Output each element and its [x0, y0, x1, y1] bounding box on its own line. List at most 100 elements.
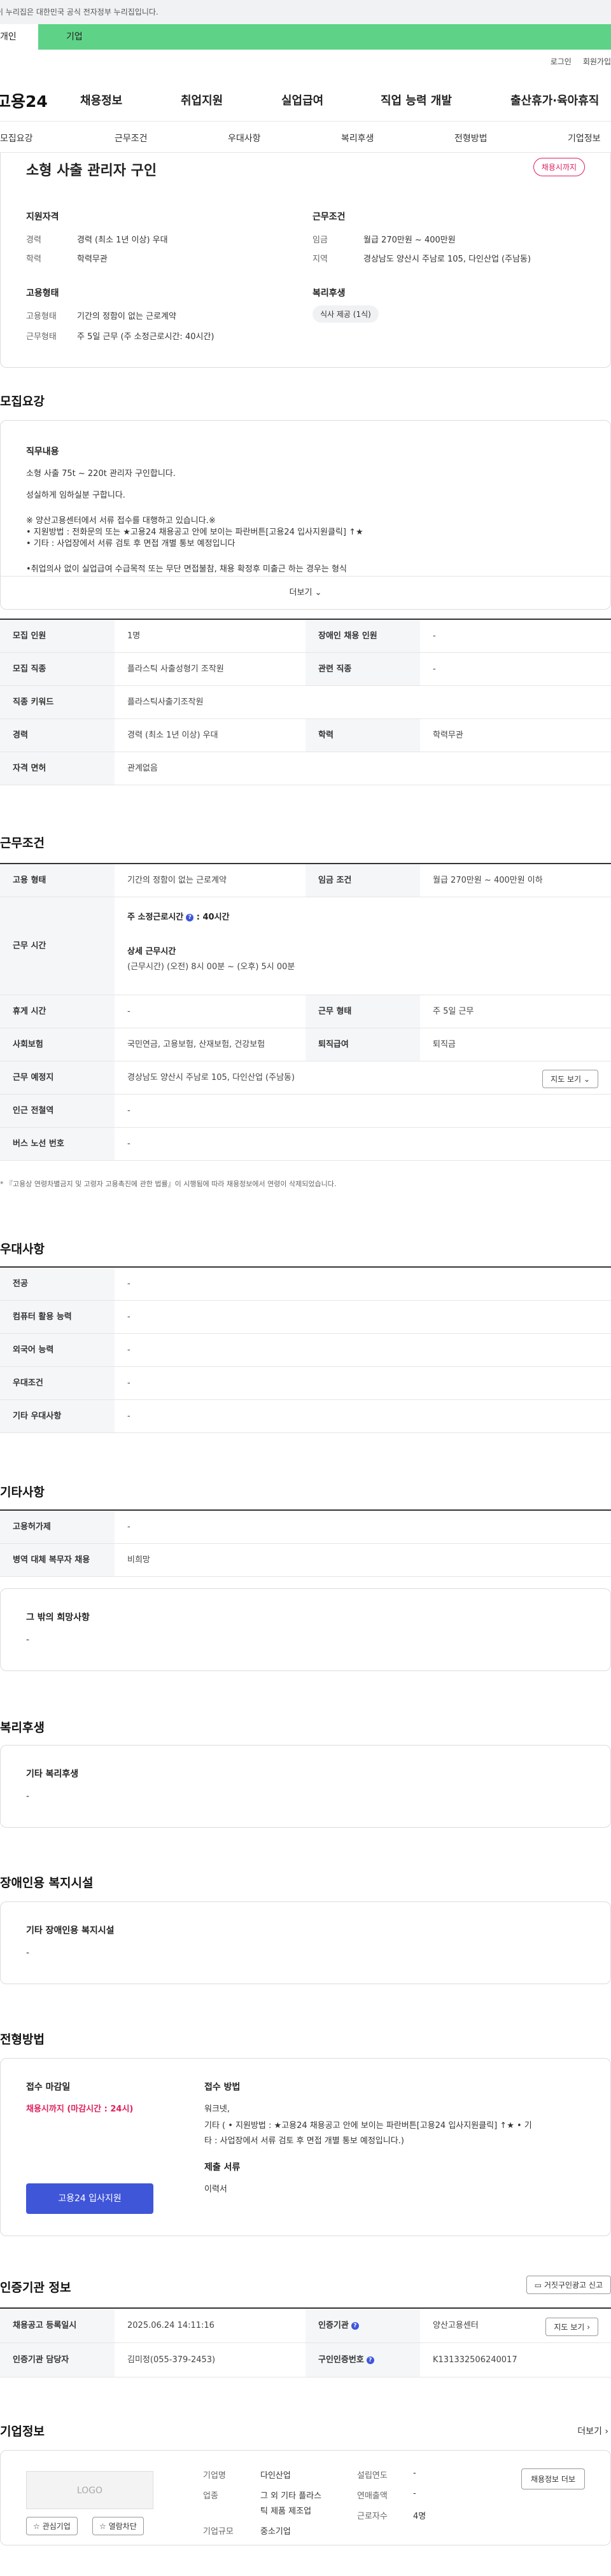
table-cell: - [127, 1106, 130, 1116]
chevron-right-icon: › [605, 2426, 608, 2437]
table-row: 모집 직종 플라스틱 사출성형기 조작원 관련 직종 - [0, 653, 611, 686]
subnav-selection[interactable]: 전형방법 [454, 132, 488, 144]
table-cell: - [127, 1378, 130, 1388]
work-type-value: 주 5일 근무 (주 소정근로시간: 40시간) [77, 332, 214, 342]
table-header: 모집 인원 [0, 620, 115, 652]
tab-personal[interactable]: 개인 [0, 24, 25, 50]
table-cell: - [127, 1007, 130, 1016]
qual-heading: 지원자격 [26, 212, 59, 222]
signup-link[interactable]: 회원가입 [583, 57, 611, 66]
table-cell: 주 5일 근무 [433, 1007, 474, 1016]
disabled-facility-card: 기타 장애인용 복지시설 - [0, 1901, 611, 1984]
edu-label: 학력 [26, 255, 41, 264]
info-icon[interactable]: ? [186, 914, 194, 921]
section-title-etc: 기타사항 [0, 1485, 45, 1499]
table-row: 모집 인원 1명 장애인 채용 인원 - [0, 620, 611, 653]
gnb-jobs[interactable]: 채용정보 [80, 92, 122, 108]
site-logo[interactable]: 고용24 [0, 89, 48, 112]
table-header: 근무 시간 [0, 897, 115, 995]
welfare-heading: 복리후생 [313, 288, 346, 298]
job-description-card: 직무내용 소형 사출 75t ~ 220t 관리자 구인합니다. 성실하게 임하… [0, 420, 611, 610]
emp-heading: 고용형태 [26, 288, 59, 298]
table-cell: - [127, 1139, 130, 1149]
gnb-vocational-training[interactable]: 직업 능력 개발 [381, 92, 452, 108]
table-header: 모집 직종 [0, 653, 115, 685]
table-row: 사회보험 국민연금, 고용보험, 산재보험, 건강보험 퇴직급여 퇴직금 [0, 1028, 611, 1061]
table-header: 장애인 채용 인원 [306, 620, 420, 652]
table-header: 고용 형태 [0, 864, 115, 897]
table-cell: 월급 270만원 ~ 400만원 이하 [433, 876, 543, 885]
gnb-employment-support[interactable]: 취업지원 [181, 92, 223, 108]
block-label: 열람차단 [108, 2522, 137, 2531]
table-header: 우대조건 [0, 1367, 115, 1399]
table-header: 버스 노선 번호 [0, 1128, 115, 1160]
table-cell: 경상남도 양산시 주남로 105, 다인산업 (주남동) [127, 1073, 295, 1082]
method-line: 타 : 사업장에서 서류 검토 후 면접 개별 통보 예정입니다.) [204, 2136, 404, 2146]
subnav-preferences[interactable]: 우대사항 [228, 132, 261, 144]
weekly-hours-label: 주 소정근로시간 [127, 913, 184, 922]
info-icon[interactable]: ? [351, 2322, 359, 2330]
wage-value: 월급 270만원 ~ 400만원 [363, 235, 456, 245]
company-size-value: 중소기업 [260, 2527, 291, 2537]
detail-hours-heading: 상세 근무시간 [127, 947, 176, 956]
desc-line: • 지원방법 : 전화문의 또는 ★고용24 채용공고 안에 보이는 파란버튼[… [26, 528, 363, 537]
welfare-value: - [26, 1791, 30, 1802]
table-row: 병역 대체 복무자 채용 비희망 [0, 1544, 611, 1577]
agency-org-label: 인증기관 [318, 2321, 349, 2330]
deadline-heading: 접수 마감일 [26, 2082, 71, 2092]
employees-value: 4명 [413, 2512, 426, 2521]
work-type-label: 근무형태 [26, 332, 57, 342]
block-company-button[interactable]: ☆ 열람차단 [92, 2517, 144, 2535]
report-false-ad-button[interactable]: ▭ 거짓구인광고 신고 [526, 2276, 611, 2294]
login-link[interactable]: 로그인 [551, 57, 572, 66]
favorite-company-button[interactable]: ☆ 관심기업 [26, 2517, 78, 2535]
welfare-chip: 식사 제공 (1식) [313, 305, 379, 323]
subnav-recruit[interactable]: 모집요강 [0, 132, 33, 144]
table-header: 자격 면허 [0, 752, 115, 785]
company-size-label: 기업규모 [203, 2527, 234, 2537]
company-more-link[interactable]: 더보기 › [577, 2425, 608, 2437]
gnb-parental-leave[interactable]: 출산휴가·육아휴직 [510, 92, 599, 108]
company-name-label: 기업명 [203, 2471, 226, 2481]
emp-type-value: 기간의 정함이 없는 근로계약 [77, 312, 176, 321]
table-cell: K131332506240017 [433, 2355, 517, 2365]
util-links: 로그인 회원가입 [539, 56, 611, 67]
table-cell: - [127, 1345, 130, 1355]
other-wishes-heading: 그 밖의 희망사항 [26, 1613, 90, 1623]
map-view-button[interactable]: 지도 보기 ⌄ [542, 1070, 598, 1088]
map-button-label: 지도 보기 [554, 2323, 585, 2332]
description-more-button[interactable]: 더보기 ⌄ [1, 576, 610, 609]
table-header: 인근 전철역 [0, 1095, 115, 1127]
section-title-conditions: 근무조건 [0, 836, 45, 850]
chevron-down-icon: ⌄ [583, 1075, 590, 1084]
table-row: 컴퓨터 활용 능력 - [0, 1301, 611, 1334]
section-title-agency: 인증기관 정보 [0, 2281, 71, 2295]
company-jobs-button[interactable]: 채용정보 더보 [521, 2468, 585, 2489]
subnav-company[interactable]: 기업정보 [568, 132, 601, 144]
chevron-down-icon: ⌄ [314, 588, 322, 598]
etc-table: 고용허가제 - 병역 대체 복무자 채용 비희망 [0, 1509, 611, 1577]
gnb-unemployment-benefit[interactable]: 실업급여 [281, 92, 323, 108]
docs-heading: 제출 서류 [204, 2162, 241, 2173]
table-row: 버스 노선 번호 - [0, 1128, 611, 1161]
company-logo: LOGO [26, 2471, 153, 2509]
section-title-disabled: 장애인용 복지시설 [0, 1876, 94, 1890]
disabled-value: - [26, 1948, 30, 1958]
subnav-conditions[interactable]: 근무조건 [115, 132, 148, 144]
industry-value-cont: 틱 제품 제조업 [260, 2507, 312, 2516]
agency-map-button[interactable]: 지도 보기 › [545, 2318, 598, 2336]
tab-business[interactable]: 기업 [38, 24, 611, 50]
table-header: 컴퓨터 활용 능력 [0, 1301, 115, 1333]
info-icon[interactable]: ? [366, 2356, 374, 2364]
subnav-welfare[interactable]: 복리후생 [341, 132, 374, 144]
table-cell: - [127, 1279, 130, 1289]
table-cell: 경력 (최소 1년 이상) 우대 [127, 731, 218, 740]
table-cell: 관계없음 [127, 764, 158, 773]
table-row: 근무 시간 주 소정근로시간? : 40시간 상세 근무시간 (근무시간) (오… [0, 897, 611, 995]
table-header: 근무 형태 [306, 995, 420, 1028]
apply-button[interactable]: 고용24 입사지원 [26, 2183, 153, 2214]
career-label: 경력 [26, 235, 41, 245]
table-header: 퇴직급여 [306, 1028, 420, 1061]
table-row: 휴게 시간 - 근무 형태 주 5일 근무 [0, 995, 611, 1028]
table-cell: - [433, 664, 436, 674]
